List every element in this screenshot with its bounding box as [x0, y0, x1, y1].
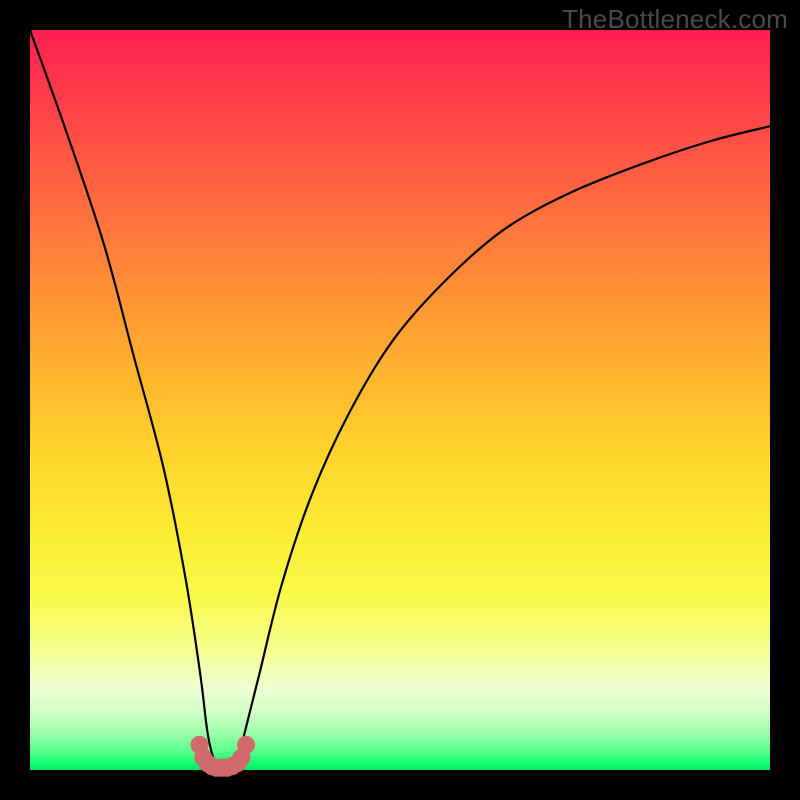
marker-dot: [237, 736, 255, 754]
bottom-arc-markers: [190, 736, 255, 777]
curve-svg: [30, 30, 770, 770]
chart-container: TheBottleneck.com: [0, 0, 800, 800]
watermark-text: TheBottleneck.com: [562, 4, 788, 35]
plot-area: [30, 30, 770, 770]
bottleneck-curve: [30, 30, 770, 771]
